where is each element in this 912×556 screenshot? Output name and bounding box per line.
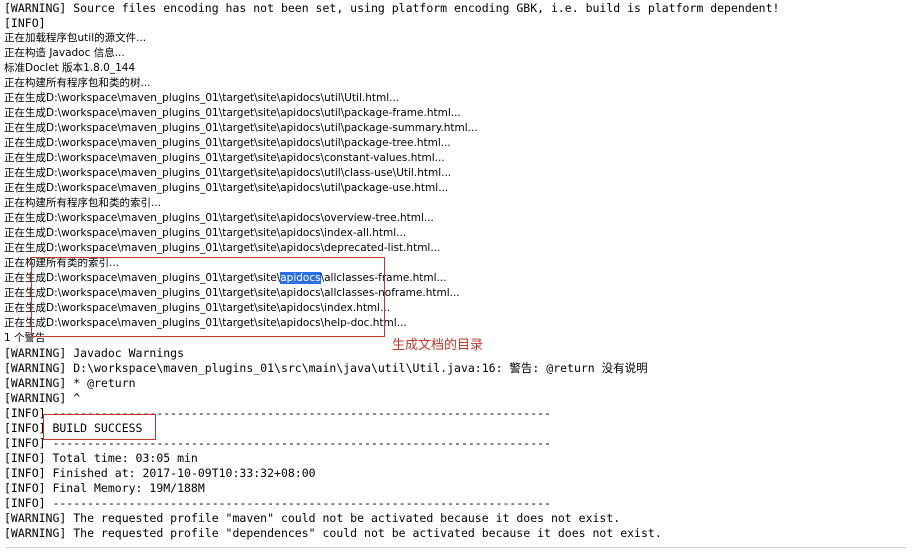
console-output-panel[interactable]: [WARNING] Source files encoding has not … <box>0 0 912 556</box>
log-line[interactable]: 正在生成D:\workspace\maven_plugins_01\target… <box>4 226 908 241</box>
log-line[interactable]: 正在生成D:\workspace\maven_plugins_01\target… <box>4 271 908 286</box>
log-line[interactable]: 正在生成D:\workspace\maven_plugins_01\target… <box>4 181 908 196</box>
log-line[interactable]: [INFO] ---------------------------------… <box>4 496 908 511</box>
log-line[interactable]: 正在构建所有程序包和类的树... <box>4 76 908 91</box>
log-line[interactable]: 正在生成D:\workspace\maven_plugins_01\target… <box>4 286 908 301</box>
log-line[interactable]: [INFO] Finished at: 2017-10-09T10:33:32+… <box>4 466 908 481</box>
log-line[interactable]: 正在构建所有类的索引... <box>4 256 908 271</box>
log-line[interactable]: 正在生成D:\workspace\maven_plugins_01\target… <box>4 211 908 226</box>
log-line-text: \allclasses-frame.html... <box>320 272 447 284</box>
log-line[interactable]: 正在生成D:\workspace\maven_plugins_01\target… <box>4 136 908 151</box>
log-line[interactable]: 正在生成D:\workspace\maven_plugins_01\target… <box>4 301 908 316</box>
log-line[interactable]: [WARNING] Source files encoding has not … <box>4 1 908 16</box>
log-line[interactable]: [WARNING] ^ <box>4 391 908 406</box>
log-line[interactable]: [INFO] <box>4 16 908 31</box>
log-line-list[interactable]: [WARNING] Source files encoding has not … <box>4 1 908 541</box>
log-line[interactable]: 正在生成D:\workspace\maven_plugins_01\target… <box>4 166 908 181</box>
log-line[interactable]: 正在生成D:\workspace\maven_plugins_01\target… <box>4 91 908 106</box>
log-line[interactable]: [WARNING] * @return <box>4 376 908 391</box>
log-line[interactable]: 正在生成D:\workspace\maven_plugins_01\target… <box>4 151 908 166</box>
bottom-divider <box>6 547 906 548</box>
log-line[interactable]: 正在构造 Javadoc 信息... <box>4 46 908 61</box>
log-line[interactable]: [INFO] Final Memory: 19M/188M <box>4 481 908 496</box>
log-line[interactable]: 正在生成D:\workspace\maven_plugins_01\target… <box>4 106 908 121</box>
log-line[interactable]: [WARNING] The requested profile "maven" … <box>4 511 908 526</box>
log-line[interactable]: 正在生成D:\workspace\maven_plugins_01\target… <box>4 316 908 331</box>
log-line[interactable]: [WARNING] D:\workspace\maven_plugins_01\… <box>4 361 908 376</box>
generated-docs-directory-annotation: 生成文档的目录 <box>392 338 484 353</box>
log-line[interactable]: [INFO] ---------------------------------… <box>4 406 908 421</box>
log-line[interactable]: 正在生成D:\workspace\maven_plugins_01\target… <box>4 121 908 136</box>
log-line[interactable]: 标准Doclet 版本1.8.0_144 <box>4 61 908 76</box>
log-line[interactable]: 正在生成D:\workspace\maven_plugins_01\target… <box>4 241 908 256</box>
log-line-text: 正在生成D:\workspace\maven_plugins_01\target… <box>4 272 281 284</box>
log-line[interactable]: [INFO] Total time: 03:05 min <box>4 451 908 466</box>
log-line[interactable]: [INFO] BUILD SUCCESS <box>4 421 908 436</box>
selected-text-apidocs[interactable]: apidocs <box>280 272 321 284</box>
log-line[interactable]: [WARNING] The requested profile "depende… <box>4 526 908 541</box>
log-line[interactable]: 正在加载程序包util的源文件... <box>4 31 908 46</box>
log-line[interactable]: 正在构建所有程序包和类的索引... <box>4 196 908 211</box>
log-line[interactable]: [INFO] ---------------------------------… <box>4 436 908 451</box>
